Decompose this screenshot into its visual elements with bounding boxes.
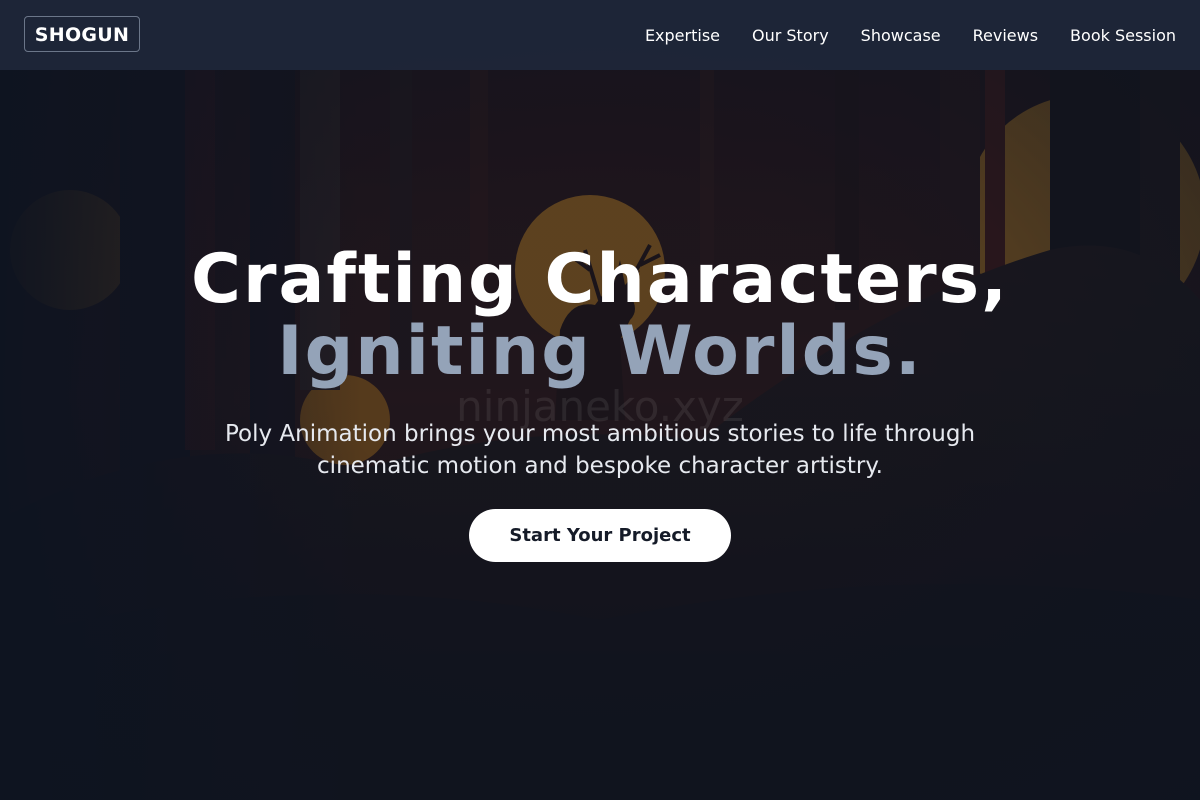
hero-section: ninjaneko.xyz Crafting Characters, Ignit… xyxy=(0,70,1200,800)
nav-link-showcase[interactable]: Showcase xyxy=(861,26,941,45)
brand-logo[interactable]: SHOGUN xyxy=(24,16,140,52)
nav-link-book-session[interactable]: Book Session xyxy=(1070,26,1176,45)
hero-subtitle-line1: Poly Animation brings your most ambitiou… xyxy=(224,421,976,447)
hero-headline-line2: Igniting Worlds. xyxy=(277,312,923,391)
start-project-button[interactable]: Start Your Project xyxy=(469,509,731,562)
landing-page: SHOGUN Expertise Our Story Showcase Revi… xyxy=(0,0,1200,800)
nav-link-our-story[interactable]: Our Story xyxy=(752,26,829,45)
hero-subtitle: Poly Animation brings your most ambitiou… xyxy=(200,418,1000,482)
hero-headline: Crafting Characters, Igniting Worlds. xyxy=(0,244,1200,388)
nav-links: Expertise Our Story Showcase Reviews Boo… xyxy=(645,0,1176,70)
hero-subtitle-line2: cinematic motion and bespoke character a… xyxy=(317,453,883,479)
nav-link-expertise[interactable]: Expertise xyxy=(645,26,720,45)
hero-headline-line1: Crafting Characters, xyxy=(191,240,1009,319)
nav-link-reviews[interactable]: Reviews xyxy=(973,26,1038,45)
top-navbar: SHOGUN Expertise Our Story Showcase Revi… xyxy=(0,0,1200,70)
